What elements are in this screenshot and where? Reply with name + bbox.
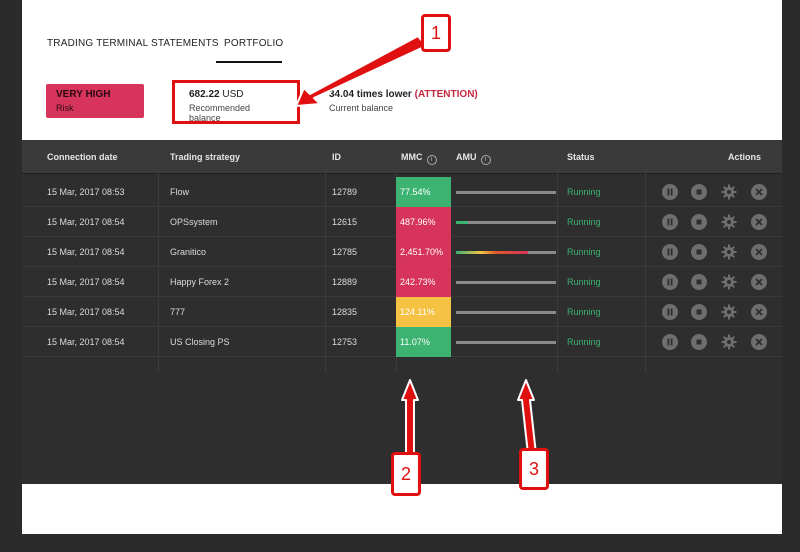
callout-3: 3 — [519, 448, 549, 490]
callout-2: 2 — [391, 452, 421, 496]
arrow-1-icon — [295, 35, 427, 107]
callout-1: 1 — [421, 14, 451, 52]
arrow-2-icon — [401, 379, 419, 455]
arrow-3-icon — [517, 379, 537, 455]
